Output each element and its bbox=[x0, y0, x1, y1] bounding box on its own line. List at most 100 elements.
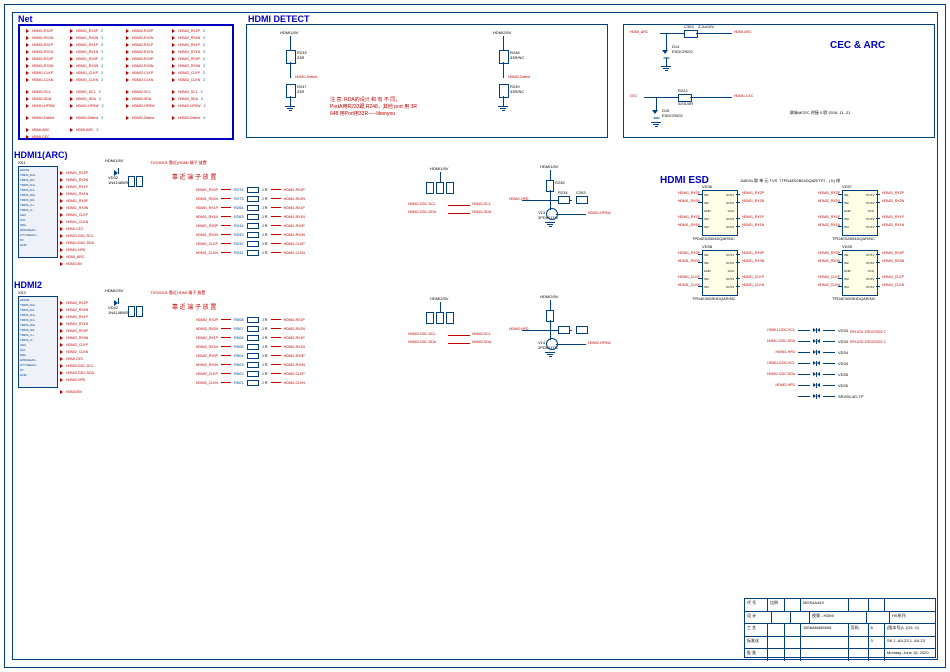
d14-pn: ESDCR002 bbox=[672, 49, 693, 54]
r222-ref: R222 bbox=[678, 88, 688, 93]
detect-note-3: 648 用Port用33R-----libenyou bbox=[330, 110, 395, 117]
ddc2-scl-out: HDMI2-SCL bbox=[472, 332, 491, 336]
ddc-scl-in: HDMI1-DDC-SCL bbox=[408, 202, 436, 206]
hdmi2-conn-ref: XS3 bbox=[18, 290, 26, 295]
diode-bar-icon bbox=[118, 168, 119, 174]
c303-val: 2.2u/10V bbox=[698, 24, 714, 29]
hdmi2-rail: HDMI2/5V bbox=[105, 288, 123, 293]
c263-ref: C263 bbox=[576, 190, 586, 195]
hdmi1-tvs-note: TVS/0201 靠近(HDMI 端子 放置 bbox=[150, 160, 207, 166]
hdmi2-place-note: 靠 近 端 子 放 置 bbox=[172, 302, 216, 311]
esd-header-note: 118041 取 单 元 TVS（TPD4E02B04DQAR/TP） ( K)… bbox=[740, 178, 840, 184]
hdmi1-series-res: HDMI1_RX2PR274J RHDMI1-RX2PHDMI1_RX2NR27… bbox=[170, 186, 305, 256]
r233 bbox=[286, 50, 296, 64]
section-title-cec-arc: CEC & ARC bbox=[830, 40, 885, 51]
hpd2-in: HDMI2-HPD bbox=[509, 327, 528, 331]
r247-val: 33R bbox=[297, 89, 304, 94]
section-title-hdmi-detect: HDMI DETECT bbox=[248, 14, 310, 24]
hdmi2-conn-pins: HDMI2TMDS_D2+TMDS_D2-TMDS_D1+TMDS_D1-TMD… bbox=[20, 298, 37, 377]
c557 bbox=[128, 306, 135, 317]
cec-io: HDMI1-CEC bbox=[734, 94, 753, 98]
wire bbox=[556, 214, 586, 215]
wire bbox=[503, 62, 504, 78]
cec-arc-net-in: HDMI_ARC bbox=[630, 30, 648, 34]
wire bbox=[666, 58, 667, 66]
wire bbox=[448, 213, 470, 214]
section-title-hdmi1: HDMI1(ARC) bbox=[14, 150, 68, 160]
c303 bbox=[684, 30, 698, 38]
hdmi1-rail: HDMI1/5V bbox=[105, 158, 123, 163]
r-pull3 bbox=[446, 182, 454, 194]
hdmi1-bus-labels: HDMI1_RX2PHDMI1_RX2NHDMI1_RX1PHDMI1_RX1N… bbox=[60, 170, 94, 267]
c558 bbox=[136, 306, 143, 317]
ddc-scl-out: HDMI1-SCL bbox=[472, 202, 491, 206]
r248 bbox=[499, 50, 509, 64]
r248-val: 33R/NC bbox=[510, 55, 524, 60]
ground-icon bbox=[285, 106, 295, 111]
diode-icon bbox=[662, 50, 668, 54]
wire bbox=[290, 36, 291, 50]
net-hdmi2-detect: HDMI2-Detect bbox=[508, 75, 530, 79]
ddc-sda-out: HDMI1-SDA bbox=[472, 210, 491, 214]
r-pull1 bbox=[426, 182, 434, 194]
diode-bar-icon bbox=[654, 118, 660, 119]
cec-arc-box bbox=[623, 24, 935, 138]
r247 bbox=[286, 84, 296, 98]
section-title-net: Net bbox=[18, 14, 33, 24]
wire bbox=[290, 62, 291, 78]
c263 bbox=[576, 196, 588, 204]
r222-val: 0201/0R bbox=[678, 101, 693, 106]
hdmi2-series-res: HDMI2_RX2PR508J RHDMI2-RX2PHDMI2_RX2NR50… bbox=[170, 316, 305, 386]
hpsw-out: HDMI1-HPSW bbox=[588, 211, 611, 215]
d15-pn: ESDCR002 bbox=[662, 113, 683, 118]
c256 bbox=[128, 176, 135, 187]
net-col3: HDMI2-RX2PHDMI2-RX2NHDMI2-RX1PHDMI2-RX1N… bbox=[126, 28, 155, 131]
r-pull2 bbox=[436, 182, 444, 194]
hpsw2-out: HDMI2-HPSW bbox=[588, 341, 611, 345]
r235-ref: R235 bbox=[555, 180, 565, 185]
wire bbox=[556, 344, 586, 345]
hdmi2-ddc-rail: HDMI2/5V bbox=[430, 296, 448, 301]
wire bbox=[448, 335, 470, 336]
hdmi1-ddc-rail: HDMI1/5V bbox=[430, 166, 448, 171]
r234 bbox=[558, 196, 570, 204]
hdmi1-conn-ref: XS1 bbox=[18, 160, 26, 165]
ground-icon bbox=[651, 122, 661, 127]
section-title-hdmi2: HDMI2 bbox=[14, 280, 42, 290]
r-pull2b bbox=[436, 312, 444, 324]
vd32-pn: 1N4148WS bbox=[108, 180, 128, 185]
cec-net-in: CEC bbox=[630, 94, 637, 98]
title-block: 代 号比例MOS4A443设 计视频 - HDMIHS系列 .HS5 .TT85… bbox=[744, 598, 936, 658]
r234-ref: R234 bbox=[558, 190, 568, 195]
r-pull3b bbox=[446, 312, 454, 324]
hdmi1-hpd-rail: HDMI1/5V bbox=[540, 164, 558, 169]
wire bbox=[503, 36, 504, 50]
hdmi2-bus-labels: HDMI2_RX2PHDMI2_RX2NHDMI2_RX1PHDMI2_RX1N… bbox=[60, 300, 94, 395]
detect-note-1: 注 意: RDA的设计 和 有 不 同， bbox=[330, 96, 400, 103]
detect-note-2: PortA用R233跟 R248，其他 port 用 3R bbox=[330, 103, 417, 110]
hdmi1-conn-pins: HDMI1TMDS_D2+TMDS_D2-TMDS_D1+TMDS_D1-TMD… bbox=[20, 168, 37, 247]
vd42-pn: 1N4148WS bbox=[108, 310, 128, 315]
hdmi-detect-box bbox=[246, 24, 608, 138]
hdmi2-tvs-note: TVS/0201 靠近HDMI 端子 放置 bbox=[150, 290, 205, 296]
hdmi-detect-pwr2: HDMI2/5V bbox=[493, 30, 511, 35]
net-hdmi1-detect: HDMI1-Detect bbox=[295, 75, 317, 79]
cec-note: 联咏MCEC 时接 0 欧 2016 .11 .21 bbox=[790, 110, 850, 116]
c303-ref: C303 bbox=[684, 24, 694, 29]
wire bbox=[550, 170, 551, 180]
ddc2-sda-out: HDMI2-SDA bbox=[472, 340, 491, 344]
ground-icon bbox=[545, 222, 555, 227]
ground-icon bbox=[498, 106, 508, 111]
ground-icon bbox=[545, 352, 555, 357]
r249 bbox=[499, 84, 509, 98]
wire bbox=[440, 302, 441, 312]
c273 bbox=[576, 326, 588, 334]
wire bbox=[550, 320, 551, 330]
esd-diode-array: HDMI1-DDC-SCLVD33HDMI1-DDC-SDAVD33HDMI1-… bbox=[740, 326, 864, 400]
ddc-sda-in: HDMI1-DDC-SDA bbox=[408, 210, 436, 214]
wire bbox=[448, 343, 470, 344]
net-col4: HDMI2_RX2P2HDMI2_RX2N2HDMI2_RX1P2HDMI2_R… bbox=[172, 28, 206, 131]
hdmi-detect-pwr1: HDMI1/5V bbox=[280, 30, 298, 35]
ddc2-sda-in: HDMI2-DDC-SDA bbox=[408, 340, 436, 344]
ddc2-scl-in: HDMI2-DDC-SCL bbox=[408, 332, 436, 336]
